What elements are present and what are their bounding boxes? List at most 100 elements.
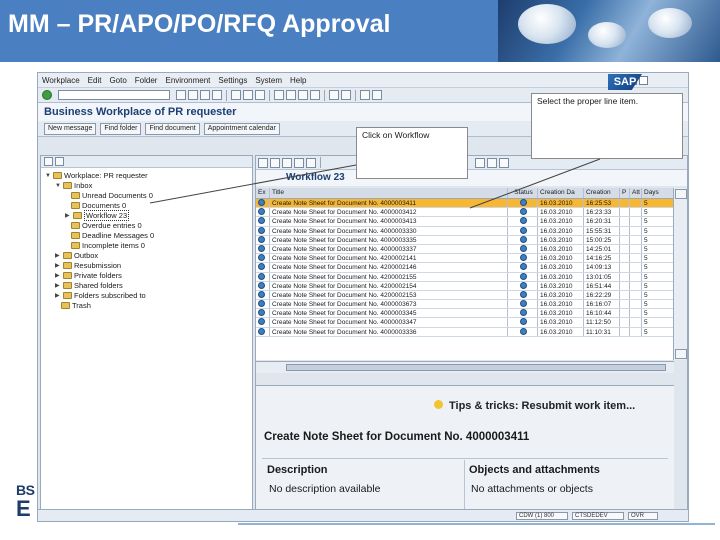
table-row[interactable]: Create Note Sheet for Document No. 42000… — [256, 254, 674, 264]
table-row[interactable]: Create Note Sheet for Document No. 42000… — [256, 290, 674, 301]
row-date: 16.03.2010 — [538, 318, 584, 327]
column-header[interactable]: Ex — [256, 188, 270, 198]
table-row[interactable]: Create Note Sheet for Document No. 40000… — [256, 199, 674, 209]
workitem-icon — [258, 226, 265, 234]
scroll-down-icon[interactable] — [675, 349, 687, 359]
sort-icon[interactable] — [306, 157, 316, 168]
print-icon[interactable] — [231, 90, 241, 100]
tree-item-private-folders[interactable]: ▶ Private folders — [55, 271, 122, 280]
filter-icon[interactable] — [282, 157, 292, 168]
command-field[interactable] — [58, 90, 170, 100]
status-icon — [520, 327, 527, 335]
save-icon[interactable] — [176, 90, 186, 100]
export-icon[interactable] — [499, 157, 509, 168]
horizontal-scrollbar[interactable] — [256, 361, 674, 373]
tree-item-outbox[interactable]: ▶ Outbox — [55, 251, 98, 260]
layout-menu-icon[interactable] — [372, 90, 382, 100]
refresh-icon[interactable] — [294, 157, 304, 168]
cancel-icon[interactable] — [212, 90, 222, 100]
find-folder-button[interactable]: Find folder — [100, 122, 142, 135]
display-icon[interactable] — [270, 157, 280, 168]
table-row[interactable]: Create Note Sheet for Document No. 42000… — [256, 263, 674, 273]
menu-item-environment[interactable]: Environment — [165, 76, 210, 85]
back-icon[interactable] — [188, 90, 198, 100]
find-next-icon[interactable] — [255, 90, 265, 100]
tree-item-label: Folders subscribed to — [74, 291, 146, 300]
tree-item-label: Overdue entries 0 — [82, 221, 142, 230]
row-priority — [620, 208, 630, 217]
callout-click-workflow: Click on Workflow — [356, 127, 468, 179]
tree-item-subscribed-folders[interactable]: ▶ Folders subscribed to — [55, 291, 146, 300]
table-row[interactable]: Create Note Sheet for Document No. 40000… — [256, 244, 674, 255]
tree-item-overdue[interactable]: Overdue entries 0 — [71, 221, 142, 230]
column-header[interactable]: Days — [642, 188, 674, 198]
tree-item-documents[interactable]: Documents 0 — [71, 201, 126, 210]
tree-item-incomplete[interactable]: Incomplete items 0 — [71, 241, 145, 250]
workitem-icon — [258, 199, 265, 206]
menu-item-help[interactable]: Help — [290, 76, 306, 85]
row-type-icon — [256, 208, 270, 217]
menu-item-folder[interactable]: Folder — [135, 76, 158, 85]
tree-item-unread[interactable]: Unread Documents 0 — [71, 191, 153, 200]
table-row[interactable]: Create Note Sheet for Document No. 40000… — [256, 226, 674, 236]
table-row[interactable]: Create Note Sheet for Document No. 40000… — [256, 318, 674, 328]
worklist-panel: Workflow 23 Ex Title Status Creation Da … — [255, 155, 688, 521]
row-type-icon — [256, 290, 270, 300]
column-header[interactable]: Creation Da — [538, 188, 584, 198]
column-header[interactable]: Att — [630, 188, 642, 198]
menu-item-goto[interactable]: Goto — [109, 76, 126, 85]
column-header[interactable]: Title — [270, 188, 508, 198]
menu-item-edit[interactable]: Edit — [88, 76, 102, 85]
tree-item-resubmission[interactable]: ▶ Resubmission — [55, 261, 121, 270]
tree-item-deadline[interactable]: Deadline Messages 0 — [71, 231, 154, 240]
appointment-calendar-button[interactable]: Appointment calendar — [203, 122, 280, 135]
row-type-icon — [256, 244, 270, 254]
new-session-icon[interactable] — [329, 90, 339, 100]
table-row[interactable]: Create Note Sheet for Document No. 40000… — [256, 327, 674, 337]
column-header[interactable]: Status — [508, 188, 538, 198]
tree-item-workplace[interactable]: ▼ Workplace: PR requester — [45, 171, 148, 180]
table-row[interactable]: Create Note Sheet for Document No. 40000… — [256, 235, 674, 245]
enter-icon[interactable] — [42, 90, 52, 100]
help-icon[interactable] — [360, 90, 370, 100]
table-row[interactable]: Create Note Sheet for Document No. 42000… — [256, 281, 674, 291]
row-status — [508, 217, 538, 226]
collapse-icon[interactable] — [55, 157, 64, 166]
execute-icon[interactable] — [258, 157, 268, 168]
layout-icon[interactable] — [487, 157, 497, 168]
tips-link[interactable]: Tips & tricks: Resubmit work item... — [434, 400, 635, 412]
table-row[interactable]: Create Note Sheet for Document No. 40000… — [256, 217, 674, 227]
row-priority — [620, 263, 630, 272]
vertical-scrollbar[interactable] — [673, 188, 687, 360]
column-header[interactable]: Creation — [584, 188, 620, 198]
table-row[interactable]: Create Note Sheet for Document No. 42000… — [256, 272, 674, 282]
document-icon[interactable] — [475, 157, 485, 168]
last-page-icon[interactable] — [310, 90, 320, 100]
tree-item-shared-folders[interactable]: ▶ Shared folders — [55, 281, 123, 290]
close-icon[interactable] — [639, 75, 648, 85]
tree-item-inbox[interactable]: ▼ Inbox — [55, 181, 92, 190]
previous-page-icon[interactable] — [286, 90, 296, 100]
scroll-thumb[interactable] — [286, 364, 666, 371]
table-row[interactable]: Create Note Sheet for Document No. 40000… — [256, 208, 674, 218]
next-page-icon[interactable] — [298, 90, 308, 100]
menu-item-settings[interactable]: Settings — [218, 76, 247, 85]
exit-icon[interactable] — [200, 90, 210, 100]
description-value: No description available — [269, 483, 381, 495]
tree-item-workflow[interactable]: ▶ Workflow 23 — [65, 210, 130, 221]
menu-item-workplace[interactable]: Workplace — [42, 76, 80, 85]
find-document-button[interactable]: Find document — [145, 122, 200, 135]
menu-item-system[interactable]: System — [255, 76, 282, 85]
find-icon[interactable] — [243, 90, 253, 100]
expand-icon[interactable] — [44, 157, 53, 166]
tree-item-trash[interactable]: Trash — [61, 301, 91, 310]
row-type-icon — [256, 318, 270, 327]
table-row[interactable]: Create Note Sheet for Document No. 40000… — [256, 300, 674, 310]
scroll-up-icon[interactable] — [675, 189, 687, 199]
table-row[interactable]: Create Note Sheet for Document No. 40000… — [256, 309, 674, 319]
shortcut-icon[interactable] — [341, 90, 351, 100]
row-date: 16.03.2010 — [538, 208, 584, 217]
column-header[interactable]: P — [620, 188, 630, 198]
new-message-button[interactable]: New message — [44, 122, 97, 135]
first-page-icon[interactable] — [274, 90, 284, 100]
